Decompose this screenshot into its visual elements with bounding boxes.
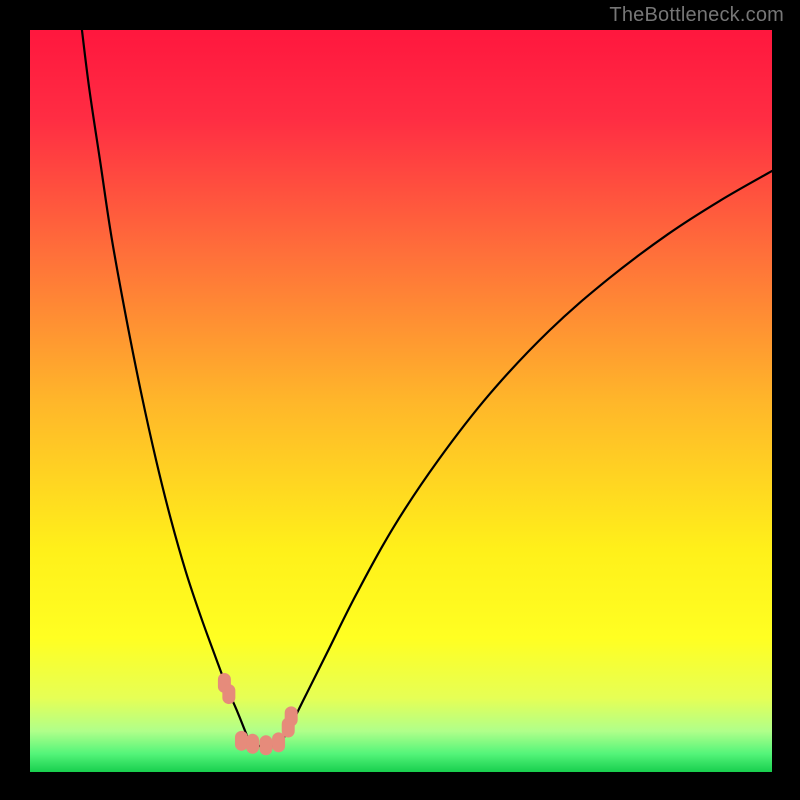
data-marker xyxy=(272,732,285,752)
watermark-text: TheBottleneck.com xyxy=(609,4,784,27)
gradient-background xyxy=(30,30,772,772)
plot-area xyxy=(30,30,772,772)
data-marker xyxy=(235,731,248,751)
data-marker xyxy=(285,706,298,726)
chart-frame: TheBottleneck.com xyxy=(0,0,800,800)
data-marker xyxy=(246,734,259,754)
data-marker xyxy=(259,735,272,755)
chart-svg xyxy=(30,30,772,772)
data-marker xyxy=(222,684,235,704)
